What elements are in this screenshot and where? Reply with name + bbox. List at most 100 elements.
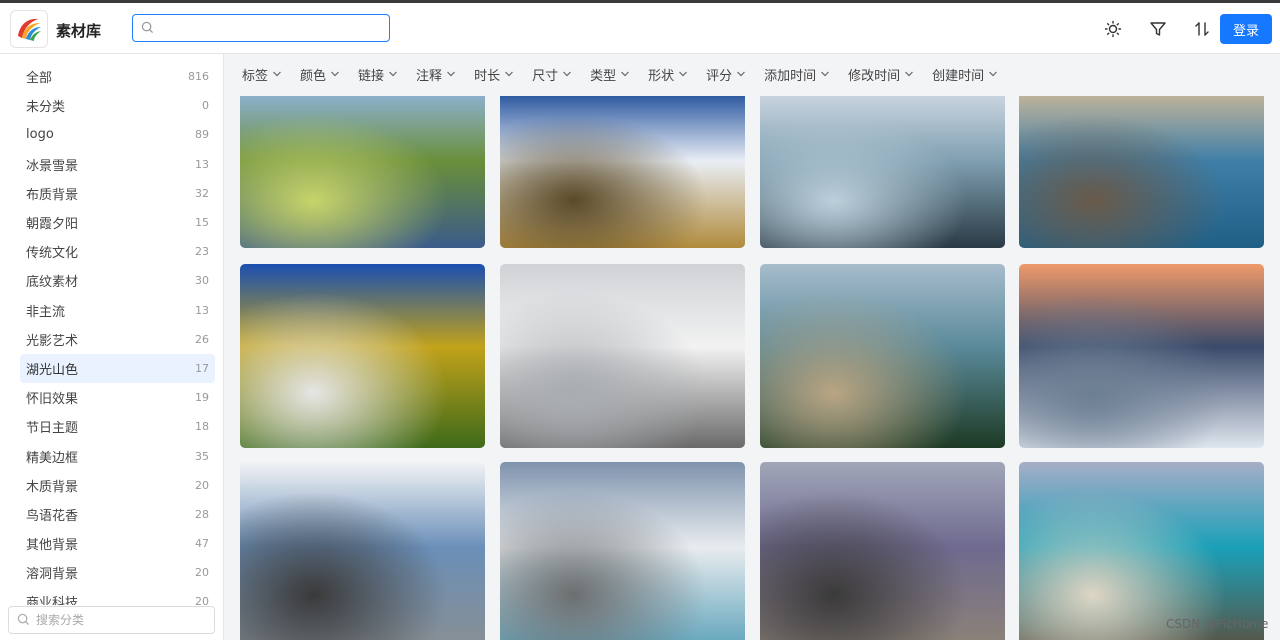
- image-card-lake-shore-rocks[interactable]: [500, 462, 745, 640]
- category-label: 怀旧效果: [26, 392, 79, 408]
- sort-icon: [1195, 22, 1209, 36]
- category-item[interactable]: 传统文化 23: [20, 237, 215, 266]
- image-card-glacier-river-rocks[interactable]: [760, 96, 1005, 248]
- category-label: 传统文化: [26, 246, 79, 262]
- image-card-golden-poplar-trees[interactable]: [240, 264, 485, 448]
- chevron-down-icon: [446, 69, 456, 79]
- filter-label: 注释: [416, 68, 443, 84]
- image-card-forest-lake-reflection[interactable]: [240, 96, 485, 248]
- category-item[interactable]: 布质背景 32: [20, 179, 215, 208]
- category-item[interactable]: 鸟语花香 28: [20, 500, 215, 529]
- filter-dropdown[interactable]: 创建时间: [932, 65, 998, 84]
- category-item[interactable]: 非主流 13: [20, 296, 215, 325]
- app-logo[interactable]: [10, 10, 48, 48]
- filter-dropdown[interactable]: 时长: [474, 65, 514, 84]
- filter-dropdown[interactable]: 尺寸: [532, 65, 572, 84]
- category-count: 26: [195, 332, 209, 346]
- category-search-field[interactable]: [8, 606, 215, 634]
- image-card-lake-pine-mountains[interactable]: [760, 264, 1005, 448]
- category-list: 全部 816 未分类 0 logo 89 冰景雪景 13 布质背景 32 朝霞夕阳 15 传统文化 23 底…: [20, 62, 215, 605]
- filter-label: 类型: [590, 68, 617, 84]
- category-count: 47: [195, 537, 209, 551]
- filter-dropdown[interactable]: 标签: [242, 65, 282, 84]
- category-search-input[interactable]: [36, 613, 206, 627]
- category-item[interactable]: 冰景雪景 13: [20, 150, 215, 179]
- category-label: 木质背景: [26, 479, 79, 495]
- category-item[interactable]: 溶洞背景 20: [20, 558, 215, 587]
- category-label: 精美边框: [26, 450, 79, 466]
- category-count: 13: [195, 303, 209, 317]
- category-count: 816: [188, 70, 209, 84]
- category-item[interactable]: 其他背景 47: [20, 529, 215, 558]
- filter-dropdown[interactable]: 注释: [416, 65, 456, 84]
- category-item[interactable]: 湖光山色 17: [20, 353, 215, 384]
- top-bar: 素材库 登录: [0, 0, 1280, 54]
- category-item[interactable]: 底纹素材 30: [20, 266, 215, 295]
- category-count: 19: [195, 391, 209, 405]
- category-count: 20: [195, 595, 209, 605]
- chevron-down-icon: [272, 69, 282, 79]
- category-count: 13: [195, 157, 209, 171]
- category-item[interactable]: 商业科技 20: [20, 587, 215, 605]
- chevron-down-icon: [820, 69, 830, 79]
- filter-label: 标签: [242, 68, 269, 84]
- category-item[interactable]: 怀旧效果 19: [20, 383, 215, 412]
- app-title: 素材库: [56, 22, 102, 40]
- search-input[interactable]: [160, 20, 380, 36]
- category-label: 非主流: [26, 304, 66, 320]
- image-card-rocky-beach-mountains[interactable]: [760, 462, 1005, 640]
- category-item[interactable]: logo 89: [20, 120, 215, 149]
- category-label: 朝霞夕阳: [26, 217, 79, 233]
- filter-dropdown[interactable]: 形状: [648, 65, 688, 84]
- category-count: 23: [195, 245, 209, 259]
- category-item[interactable]: 光影艺术 26: [20, 325, 215, 354]
- category-item[interactable]: 未分类 0: [20, 91, 215, 120]
- chevron-down-icon: [388, 69, 398, 79]
- category-count: 20: [195, 478, 209, 492]
- image-card-snow-mountain-clouds[interactable]: [500, 264, 745, 448]
- category-item[interactable]: 朝霞夕阳 15: [20, 208, 215, 237]
- category-count: 15: [195, 216, 209, 230]
- filter-label: 创建时间: [932, 68, 985, 84]
- filter-label: 形状: [648, 68, 675, 84]
- category-count: 35: [195, 449, 209, 463]
- category-item[interactable]: 精美边框 35: [20, 441, 215, 470]
- category-count: 89: [195, 128, 209, 142]
- category-count: 17: [195, 361, 209, 375]
- filter-dropdown[interactable]: 类型: [590, 65, 630, 84]
- chevron-down-icon: [504, 69, 514, 79]
- filter-dropdown[interactable]: 颜色: [300, 65, 340, 84]
- image-card-frost-tree[interactable]: [240, 462, 485, 640]
- chevron-down-icon: [678, 69, 688, 79]
- filter-button[interactable]: [1146, 17, 1170, 41]
- image-grid: [224, 96, 1280, 640]
- search-icon: [17, 611, 30, 630]
- category-item[interactable]: 全部 816: [20, 62, 215, 91]
- category-label: 节日主题: [26, 421, 79, 437]
- image-card-sunset-waves[interactable]: [1019, 264, 1264, 448]
- filter-label: 链接: [358, 68, 385, 84]
- filter-dropdown[interactable]: 评分: [706, 65, 746, 84]
- filter-dropdown[interactable]: 链接: [358, 65, 398, 84]
- theme-toggle-button[interactable]: [1101, 17, 1125, 41]
- filter-dropdown[interactable]: 添加时间: [764, 65, 830, 84]
- image-card-turquoise-lake-cliffs[interactable]: [1019, 462, 1264, 640]
- watermark: CSDN @PicHome: [1166, 617, 1269, 631]
- image-card-snowy-grass-sunburst[interactable]: [500, 96, 745, 248]
- filter-label: 添加时间: [764, 68, 817, 84]
- search-field[interactable]: [132, 14, 390, 42]
- chevron-down-icon: [736, 69, 746, 79]
- category-count: 30: [195, 274, 209, 288]
- category-item[interactable]: 节日主题 18: [20, 412, 215, 441]
- category-count: 28: [195, 507, 209, 521]
- image-card-lake-jetty[interactable]: [1019, 96, 1264, 248]
- category-label: 底纹素材: [26, 275, 79, 291]
- category-item[interactable]: 木质背景 20: [20, 471, 215, 500]
- category-label: 布质背景: [26, 187, 79, 203]
- login-button[interactable]: 登录: [1220, 14, 1272, 44]
- chevron-down-icon: [904, 69, 914, 79]
- filter-label: 颜色: [300, 68, 327, 84]
- sort-button[interactable]: [1190, 17, 1214, 41]
- category-count: 20: [195, 566, 209, 580]
- filter-dropdown[interactable]: 修改时间: [848, 65, 914, 84]
